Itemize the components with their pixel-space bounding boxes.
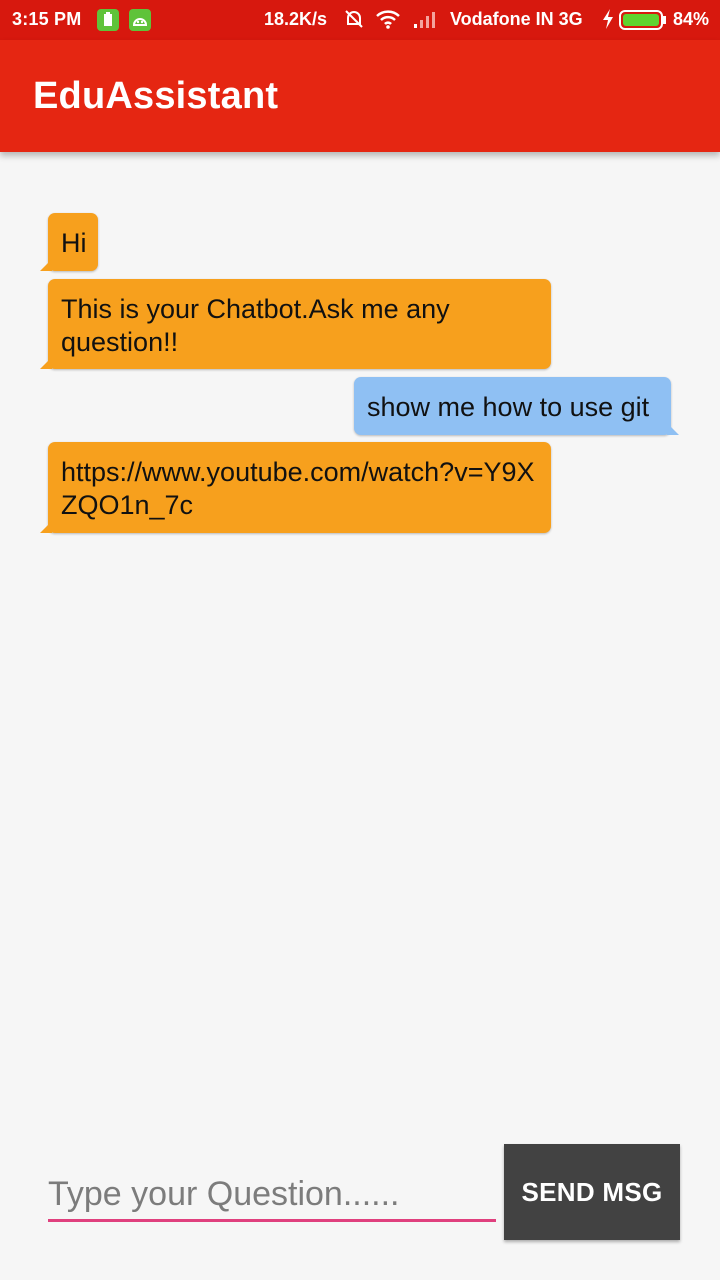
status-time: 3:15 PM <box>12 9 82 29</box>
bot-message-bubble: This is your Chatbot.Ask me any question… <box>40 279 551 369</box>
app-bar: EduAssistant <box>0 40 720 152</box>
wifi-icon <box>375 8 401 35</box>
mute-bell-icon <box>343 8 365 35</box>
app-title: EduAssistant <box>33 75 279 117</box>
app-notification-icon <box>97 9 119 31</box>
bot-message-bubble: Hi <box>40 213 98 271</box>
message-text: Hi <box>61 228 87 258</box>
bot-message-bubble: https://www.youtube.com/watch?v=Y9XZQO1n… <box>40 442 551 533</box>
status-bar: 3:15 PM 18.2K/s Vodafone IN 3G 84% <box>0 0 720 40</box>
android-icon <box>129 9 151 31</box>
bubble-tail <box>40 357 52 369</box>
carrier-name: Vodafone IN 3G <box>450 9 583 29</box>
network-speed: 18.2K/s <box>264 9 328 29</box>
question-input[interactable] <box>48 1170 496 1222</box>
user-message-bubble: show me how to use git <box>354 377 679 435</box>
battery-icon <box>619 10 667 35</box>
message-text: This is your Chatbot.Ask me any question… <box>61 294 450 357</box>
message-text: show me how to use git <box>367 392 650 422</box>
bubble-tail <box>667 423 679 435</box>
send-message-button[interactable]: SEND MSG <box>504 1144 680 1240</box>
bubble-tail <box>40 521 52 533</box>
charging-icon <box>601 8 615 35</box>
signal-icon <box>412 8 438 35</box>
battery-percent: 84% <box>673 9 710 29</box>
bubble-tail <box>40 259 52 271</box>
message-link[interactable]: https://www.youtube.com/watch?v=Y9XZQO1n… <box>61 457 535 520</box>
